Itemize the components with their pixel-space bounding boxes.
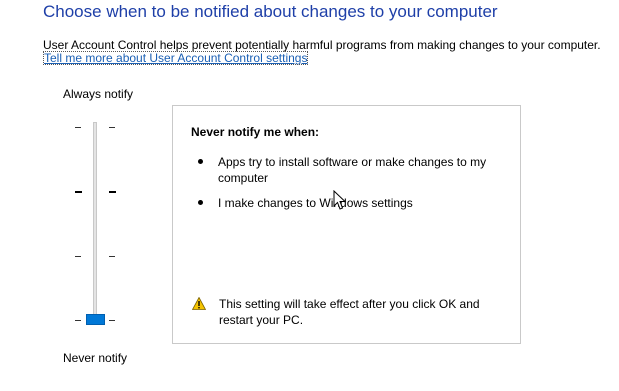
- warning-triangle-icon: [192, 297, 206, 310]
- warning-text: This setting will take effect after you …: [219, 297, 480, 327]
- info-title: Never notify me when:: [191, 125, 320, 139]
- slider-tick-right: [109, 127, 115, 128]
- uac-description: User Account Control helps prevent poten…: [43, 38, 601, 52]
- uac-help-link[interactable]: Tell me more about User Account Control …: [43, 51, 309, 65]
- slider-tick-right: [109, 320, 115, 321]
- setting-description-box: Never notify me when: Apps try to instal…: [172, 105, 521, 344]
- bullet-icon: [198, 159, 203, 164]
- slider-tick-left: [75, 127, 81, 128]
- slider-tick-left: [75, 320, 81, 321]
- info-bullet: Apps try to install software or make cha…: [218, 155, 487, 185]
- slider-tick-left: [75, 191, 82, 193]
- slider-top-label: Always notify: [63, 87, 134, 101]
- slider-tick-left: [75, 256, 81, 257]
- slider-bottom-label: Never notify: [63, 351, 128, 365]
- page-title: Choose when to be notified about changes…: [43, 2, 498, 21]
- slider-track[interactable]: [93, 122, 97, 325]
- slider-thumb[interactable]: [86, 314, 105, 325]
- slider-tick-right: [109, 256, 115, 257]
- info-bullet: I make changes to Windows settings: [218, 196, 413, 210]
- mouse-pointer-icon: [333, 190, 347, 210]
- bullet-icon: [198, 200, 203, 205]
- slider-tick-right: [109, 191, 116, 193]
